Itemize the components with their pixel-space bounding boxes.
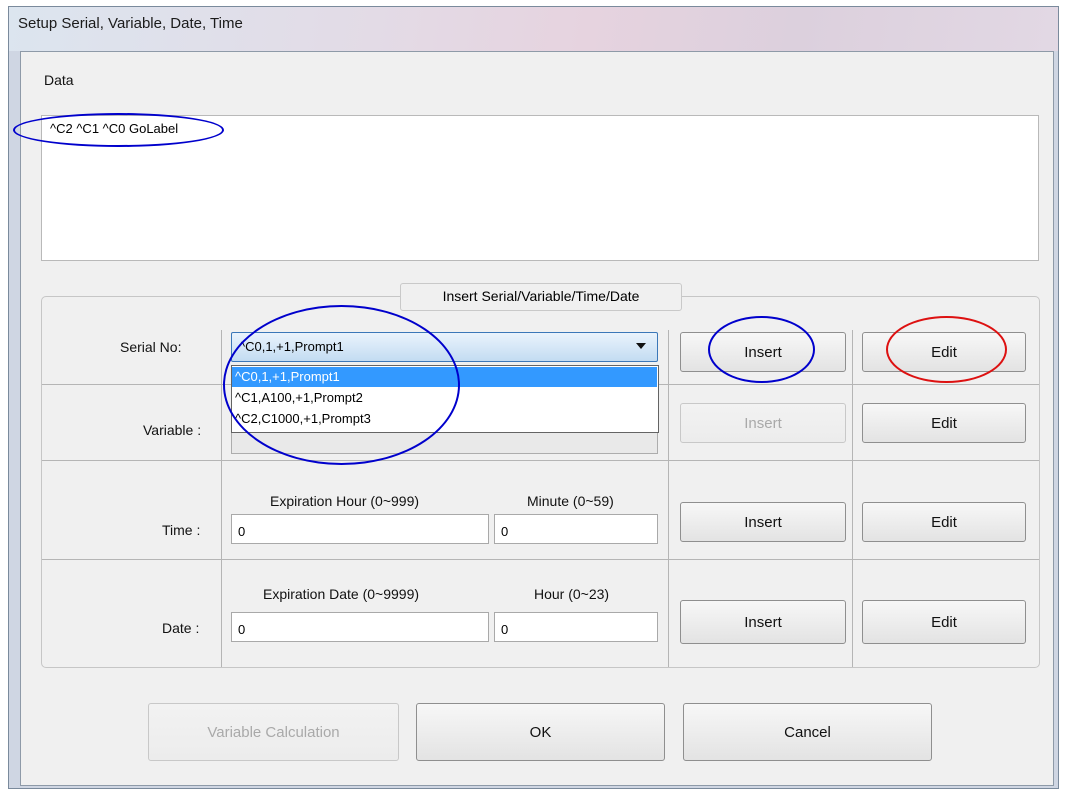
cancel-button[interactable]: Cancel <box>683 703 932 761</box>
data-label: Data <box>44 72 74 88</box>
date-label: Date : <box>162 620 200 636</box>
date-edit-button[interactable]: Edit <box>862 600 1026 644</box>
ok-button[interactable]: OK <box>416 703 665 761</box>
row-divider <box>42 460 1039 461</box>
window-title: Setup Serial, Variable, Date, Time <box>18 15 243 32</box>
variable-calculation-button[interactable]: Variable Calculation <box>148 703 399 761</box>
annotation-ellipse <box>13 113 224 147</box>
variable-edit-button[interactable]: Edit <box>862 403 1026 443</box>
time-insert-button[interactable]: Insert <box>680 502 846 542</box>
column-divider <box>668 330 669 667</box>
time-field1-label: Expiration Hour (0~999) <box>270 493 420 509</box>
date-field1-label: Expiration Date (0~9999) <box>263 586 420 602</box>
expiration-date-input[interactable]: 0 <box>231 612 489 642</box>
annotation-ellipse <box>886 316 1007 383</box>
annotation-ellipse <box>708 316 815 383</box>
hour-input[interactable]: 0 <box>494 612 658 642</box>
expiration-hour-input[interactable]: 0 <box>231 514 489 544</box>
time-edit-button[interactable]: Edit <box>862 502 1026 542</box>
date-insert-button[interactable]: Insert <box>680 600 846 644</box>
variable-label: Variable : <box>143 422 202 438</box>
variable-insert-button[interactable]: Insert <box>680 403 846 443</box>
insert-group-legend: Insert Serial/Variable/Time/Date <box>442 288 640 304</box>
date-field2-label: Hour (0~23) <box>534 586 610 602</box>
serial-label: Serial No: <box>120 339 182 355</box>
chevron-down-icon[interactable] <box>636 343 646 349</box>
minute-input[interactable]: 0 <box>494 514 658 544</box>
time-label: Time : <box>162 522 201 538</box>
annotation-ellipse <box>223 305 460 465</box>
column-divider <box>852 330 853 667</box>
time-field2-label: Minute (0~59) <box>527 493 614 509</box>
row-divider <box>42 559 1039 560</box>
column-divider <box>221 330 222 667</box>
